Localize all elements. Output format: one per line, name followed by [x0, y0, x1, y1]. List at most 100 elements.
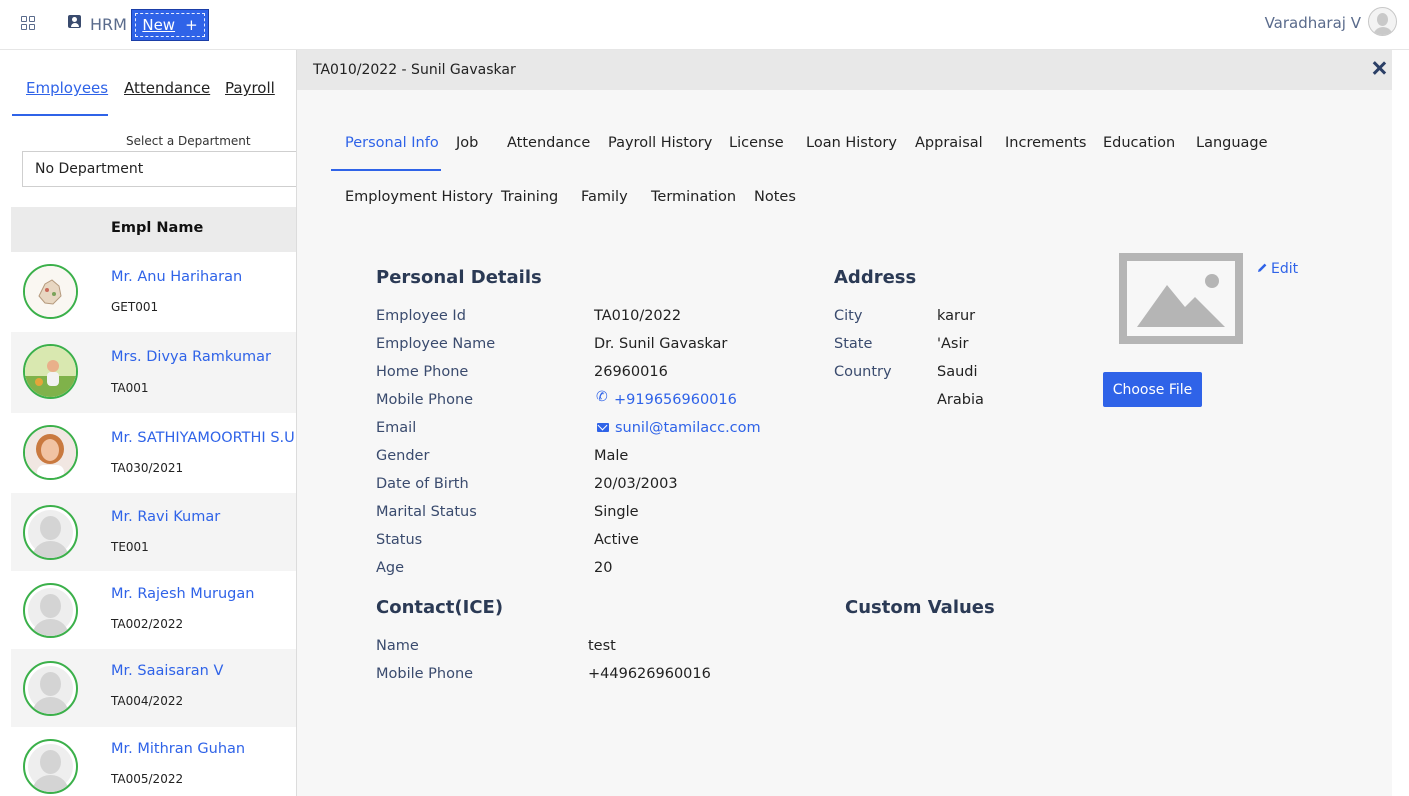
mobile-phone-value: +919656960016 [614, 392, 737, 408]
employee-row[interactable]: Mr. Anu Hariharan GET001 [11, 252, 296, 332]
employee-name[interactable]: Mrs. Divya Ramkumar [111, 349, 271, 365]
employee-name[interactable]: Mr. Anu Hariharan [111, 269, 242, 285]
field-label: Employee Id [376, 308, 466, 324]
field-value-age: 20 [594, 560, 613, 576]
tab-attendance[interactable]: Attendance [507, 135, 590, 151]
column-header-empl-name: Empl Name [111, 220, 204, 236]
field-label: Employee Name [376, 336, 496, 352]
employee-code: TA001 [111, 381, 149, 395]
field-label: Home Phone [376, 364, 469, 380]
edit-photo-link[interactable]: Edit [1257, 261, 1298, 277]
field-value-contact-name: test [588, 638, 616, 654]
tab-appraisal[interactable]: Appraisal [915, 135, 983, 151]
apps-grid-icon[interactable] [21, 16, 35, 30]
tab-payroll[interactable]: Payroll [225, 79, 275, 97]
employee-name[interactable]: Mr. Rajesh Murugan [111, 586, 254, 602]
field-value-gender: Male [594, 448, 629, 464]
tab-loan-history[interactable]: Loan History [806, 135, 897, 151]
close-icon[interactable] [1371, 60, 1387, 76]
field-value-state: 'Asir [937, 336, 969, 352]
field-value-marital-status: Single [594, 504, 639, 520]
field-value-status: Active [594, 532, 639, 548]
field-value-home-phone: 26960016 [594, 364, 668, 380]
tab-termination[interactable]: Termination [651, 189, 736, 205]
employee-avatar [23, 425, 78, 480]
employee-avatar [23, 505, 78, 560]
edit-label: Edit [1271, 261, 1299, 277]
hrm-badge-icon [68, 15, 81, 28]
employee-code: TA030/2021 [111, 461, 184, 475]
field-value-city: karur [937, 308, 976, 324]
user-name[interactable]: Varadharaj V [1265, 14, 1361, 32]
tab-language[interactable]: Language [1196, 135, 1268, 151]
choose-file-button[interactable]: Choose File [1103, 372, 1202, 407]
tab-family[interactable]: Family [581, 189, 628, 205]
field-label: Gender [376, 448, 430, 464]
right-edge-strip [1392, 50, 1409, 796]
active-tab-indicator [331, 169, 441, 171]
employee-row[interactable]: Mr. Mithran Guhan TA005/2022 [11, 727, 296, 796]
field-label: Mobile Phone [376, 666, 474, 682]
field-label: Email [376, 420, 417, 436]
tab-job[interactable]: Job [456, 135, 478, 151]
employee-detail-panel: TA010/2022 - Sunil Gavaskar Personal Inf… [296, 50, 1393, 796]
employee-code: TA004/2022 [111, 694, 184, 708]
employee-avatar [23, 661, 78, 716]
email-value: sunil@tamilacc.com [615, 420, 761, 436]
employee-code: TE001 [111, 540, 149, 554]
employee-row[interactable]: Mr. Rajesh Murugan TA002/2022 [11, 571, 296, 649]
pencil-icon [1258, 263, 1267, 272]
tab-attendance[interactable]: Attendance [124, 79, 210, 97]
tab-increments[interactable]: Increments [1005, 135, 1086, 151]
phone-icon [596, 389, 608, 405]
detail-header: TA010/2022 - Sunil Gavaskar [297, 50, 1393, 90]
field-value-country: Saudi [937, 364, 978, 380]
user-avatar[interactable] [1368, 7, 1397, 36]
field-value-country-line2: Arabia [937, 392, 984, 408]
address-heading: Address [834, 267, 917, 288]
top-bar: HRM New + Varadharaj V [0, 0, 1409, 50]
employee-avatar [23, 583, 78, 638]
employee-avatar [23, 264, 78, 319]
tab-training[interactable]: Training [501, 189, 558, 205]
tab-notes[interactable]: Notes [754, 189, 796, 205]
employee-avatar [23, 344, 78, 399]
employee-code: TA002/2022 [111, 617, 184, 631]
employee-avatar [23, 739, 78, 794]
field-label: Name [376, 638, 419, 654]
field-label: Country [834, 364, 892, 380]
tab-education[interactable]: Education [1103, 135, 1175, 151]
employee-name[interactable]: Mr. Mithran Guhan [111, 741, 245, 757]
tab-employees[interactable]: Employees [26, 79, 108, 97]
employee-row[interactable]: Mr. Saaisaran V TA004/2022 [11, 649, 296, 727]
field-label: State [834, 336, 873, 352]
mobile-phone-link[interactable]: +919656960016 [596, 389, 737, 408]
plus-icon: + [185, 16, 198, 34]
department-select[interactable]: No Department [22, 151, 312, 187]
tab-payroll-history[interactable]: Payroll History [608, 135, 712, 151]
field-label: City [834, 308, 863, 324]
employee-row[interactable]: Mrs. Divya Ramkumar TA001 [11, 332, 296, 413]
field-value-contact-mobile: +449626960016 [588, 666, 711, 682]
employee-row[interactable]: Mr. Ravi Kumar TE001 [11, 493, 296, 571]
employee-list-panel: Employees Attendance Payroll Select a De… [0, 50, 312, 796]
mail-icon [597, 423, 609, 432]
tab-employment-history[interactable]: Employment History [345, 189, 493, 205]
tab-personal-info[interactable]: Personal Info [345, 135, 439, 151]
field-value-dob: 20/03/2003 [594, 476, 678, 492]
email-link[interactable]: sunil@tamilacc.com [597, 420, 761, 436]
list-header: Empl Name [11, 207, 296, 252]
employee-row[interactable]: Mr. SATHIYAMOORTHI S.U TA030/2021 [11, 413, 296, 493]
custom-values-heading: Custom Values [845, 597, 995, 618]
employee-name[interactable]: Mr. SATHIYAMOORTHI S.U [111, 430, 295, 446]
app-name[interactable]: HRM [90, 15, 127, 34]
field-label: Mobile Phone [376, 392, 474, 408]
tab-license[interactable]: License [729, 135, 784, 151]
employee-name[interactable]: Mr. Saaisaran V [111, 663, 223, 679]
department-label: Select a Department [126, 134, 251, 148]
detail-title: TA010/2022 - Sunil Gavaskar [313, 62, 516, 78]
new-button-label: New [142, 16, 176, 34]
field-label: Status [376, 532, 423, 548]
new-button[interactable]: New + [131, 9, 209, 41]
employee-name[interactable]: Mr. Ravi Kumar [111, 509, 220, 525]
